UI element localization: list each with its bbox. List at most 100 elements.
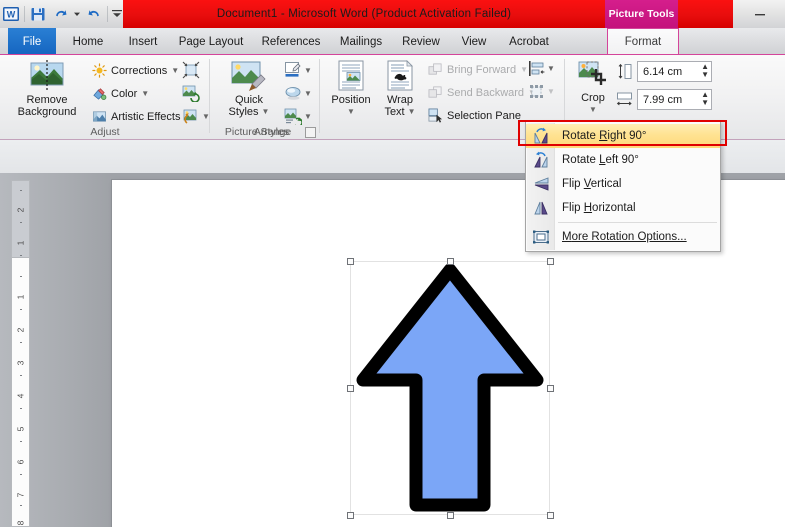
selection-pane-icon xyxy=(428,108,443,123)
change-picture-button[interactable] xyxy=(182,84,200,102)
minimize-button[interactable] xyxy=(743,0,777,28)
shape-height-stepper[interactable]: ▲ ▼ xyxy=(701,63,709,79)
picture-layout-button[interactable]: ▼ xyxy=(284,107,312,125)
menu-item-more-rotation-options[interactable]: More Rotation Options... xyxy=(526,225,720,249)
menu-item-flip-vertical-label: Flip Vertical xyxy=(562,178,621,190)
quick-access-toolbar: W xyxy=(0,0,124,28)
corrections-icon xyxy=(92,63,107,78)
vruler-num-1-margin: 1 xyxy=(16,234,26,253)
tab-file[interactable]: File xyxy=(8,28,56,55)
selection-pane-button[interactable]: Selection Pane xyxy=(428,108,521,123)
customize-qat-icon[interactable] xyxy=(110,0,124,28)
shape-width-down-icon[interactable]: ▼ xyxy=(701,99,709,107)
selection-handle-e[interactable] xyxy=(547,385,554,392)
wrap-text-button[interactable]: Wrap Text ▼ xyxy=(378,60,422,118)
compress-pictures-button[interactable] xyxy=(182,61,200,79)
send-backward-label: Send Backward xyxy=(447,87,524,99)
undo-icon[interactable] xyxy=(49,0,71,28)
selection-handle-nw[interactable] xyxy=(347,258,354,265)
tab-references[interactable]: References xyxy=(255,28,327,55)
selection-handle-w[interactable] xyxy=(347,385,354,392)
tab-home[interactable]: Home xyxy=(62,28,114,55)
quick-styles-icon xyxy=(230,60,268,92)
bring-forward-label: Bring Forward xyxy=(447,64,516,76)
shape-width-icon xyxy=(616,91,633,108)
color-button[interactable]: Color ▼ xyxy=(92,86,149,101)
shape-width-field[interactable]: 7.99 cm ▲ ▼ xyxy=(637,89,712,110)
picture-border-button[interactable]: ▼ xyxy=(284,61,312,79)
redo-icon[interactable] xyxy=(83,0,105,28)
shape-height-field[interactable]: 6.14 cm ▲ ▼ xyxy=(637,61,712,82)
remove-background-icon xyxy=(27,60,67,92)
shape-width-value: 7.99 cm xyxy=(643,94,682,106)
menu-item-flip-vertical[interactable]: Flip Vertical xyxy=(526,172,720,196)
menu-item-rotate-right-90[interactable]: Rotate Right 90° xyxy=(526,124,720,148)
group-objects-button[interactable]: ▼ xyxy=(528,83,555,100)
vruler-num-2: 2 xyxy=(16,321,26,340)
tab-insert[interactable]: Insert xyxy=(119,28,167,55)
menu-item-flip-horizontal-label: Flip Horizontal xyxy=(562,202,636,214)
tab-page-layout[interactable]: Page Layout xyxy=(172,28,250,55)
tab-view[interactable]: View xyxy=(452,28,496,55)
remove-background-button[interactable]: Remove Background xyxy=(8,60,86,118)
vruler-num-6: 6 xyxy=(16,453,26,472)
artistic-effects-button[interactable]: Artistic Effects ▼ xyxy=(92,109,192,124)
selection-handle-n[interactable] xyxy=(447,258,454,265)
crop-icon xyxy=(577,60,609,90)
align-button[interactable]: ▼ xyxy=(528,60,555,77)
vruler-num-4: 4 xyxy=(16,387,26,406)
selection-handle-sw[interactable] xyxy=(347,512,354,519)
qat-divider-2 xyxy=(107,6,108,22)
position-caret-icon[interactable]: ▼ xyxy=(347,106,355,118)
menu-item-flip-horizontal[interactable]: Flip Horizontal xyxy=(526,196,720,220)
tab-acrobat[interactable]: Acrobat xyxy=(501,28,557,55)
undo-dropdown-caret-icon[interactable] xyxy=(71,0,83,28)
wrap-text-caret-icon[interactable]: ▼ xyxy=(408,106,416,118)
color-label: Color xyxy=(111,88,137,100)
word-logo-icon[interactable]: W xyxy=(0,0,22,28)
corrections-button[interactable]: Corrections ▼ xyxy=(92,63,179,78)
bring-forward-caret-icon[interactable]: ▼ xyxy=(520,65,528,74)
send-backward-button[interactable]: Send Backward ▼ xyxy=(428,85,536,100)
picture-layout-caret-icon[interactable]: ▼ xyxy=(304,112,312,121)
quick-styles-button[interactable]: Quick Styles ▼ xyxy=(220,60,278,118)
title-bar-red-strip-right xyxy=(678,0,733,28)
send-backward-icon xyxy=(428,85,443,100)
selection-handle-s[interactable] xyxy=(447,512,454,519)
menu-separator xyxy=(558,222,717,223)
picture-effects-caret-icon[interactable]: ▼ xyxy=(304,89,312,98)
menu-item-rotate-left-90[interactable]: Rotate Left 90° xyxy=(526,148,720,172)
save-icon[interactable] xyxy=(27,0,49,28)
group-label-arrange: Arrange xyxy=(150,126,395,138)
quick-styles-caret-icon[interactable]: ▼ xyxy=(262,106,270,118)
tab-review[interactable]: Review xyxy=(395,28,447,55)
picture-tools-label: Picture Tools xyxy=(609,8,675,20)
reset-picture-button[interactable]: ▼ xyxy=(182,107,210,125)
align-caret-icon[interactable]: ▼ xyxy=(547,64,555,73)
title-bar-red-strip: Document1 - Microsoft Word (Product Acti… xyxy=(123,0,605,28)
tab-format[interactable]: Format xyxy=(607,28,679,55)
vruler-num-7: 7 xyxy=(16,486,26,505)
wrap-text-label-2: Text xyxy=(384,106,404,118)
corrections-caret-icon[interactable]: ▼ xyxy=(171,66,179,75)
quick-styles-label-2: Styles xyxy=(229,106,259,118)
selection-handle-se[interactable] xyxy=(547,512,554,519)
blue-up-arrow-image[interactable] xyxy=(350,261,550,515)
vruler-num-2-margin: 2 xyxy=(16,201,26,220)
group-objects-caret-icon[interactable]: ▼ xyxy=(547,87,555,96)
remove-background-label-1: Remove xyxy=(27,94,68,106)
selection-handle-ne[interactable] xyxy=(547,258,554,265)
quick-styles-label-1: Quick xyxy=(235,94,263,106)
shape-width-stepper[interactable]: ▲ ▼ xyxy=(701,91,709,107)
color-caret-icon[interactable]: ▼ xyxy=(141,89,149,98)
picture-effects-button[interactable]: ▼ xyxy=(284,84,312,102)
wrap-text-label-1: Wrap xyxy=(387,94,413,106)
crop-label: Crop xyxy=(581,92,605,104)
bring-forward-button[interactable]: Bring Forward ▼ xyxy=(428,62,528,77)
shape-height-down-icon[interactable]: ▼ xyxy=(701,71,709,79)
tab-mailings[interactable]: Mailings xyxy=(332,28,390,55)
crop-button[interactable]: Crop ▼ xyxy=(571,60,615,116)
picture-border-caret-icon[interactable]: ▼ xyxy=(304,66,312,75)
position-button[interactable]: Position ▼ xyxy=(326,60,376,118)
crop-caret-icon[interactable]: ▼ xyxy=(589,104,597,116)
